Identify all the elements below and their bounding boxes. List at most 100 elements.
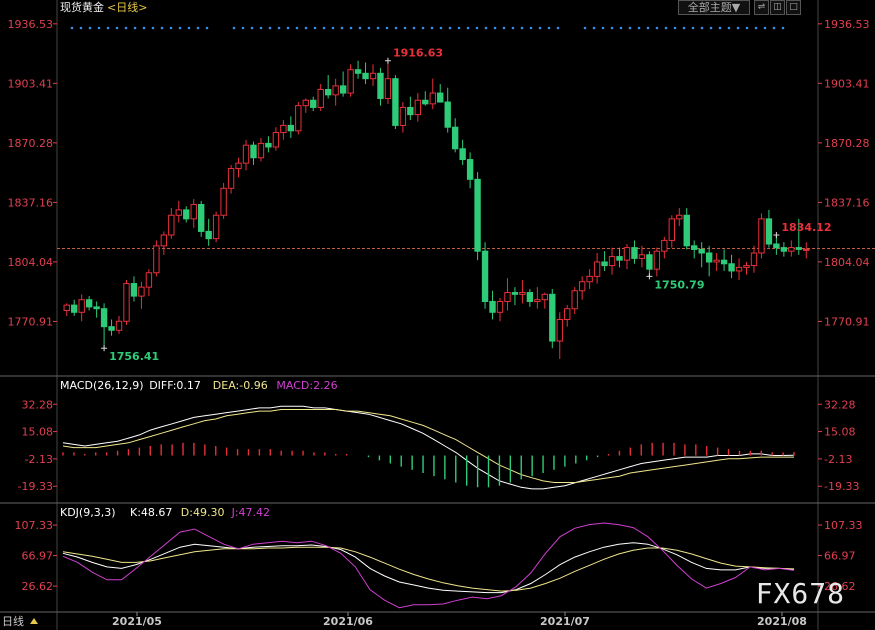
signal-dot <box>547 26 551 30</box>
signal-dot <box>169 26 173 30</box>
window-icon[interactable]: □ <box>786 0 801 15</box>
signal-dot <box>529 26 533 30</box>
candle-body <box>623 247 631 261</box>
signal-dot <box>583 26 587 30</box>
signal-dot <box>232 26 236 30</box>
candle-body <box>451 126 459 150</box>
candle-body <box>534 299 541 303</box>
candle-body <box>698 248 705 254</box>
j-line <box>62 522 795 609</box>
candle-body <box>160 234 168 247</box>
candle-body <box>295 105 302 132</box>
candle-body <box>705 252 713 263</box>
signal-dot <box>376 26 380 30</box>
candle-body <box>242 144 250 164</box>
candle-body <box>198 203 205 232</box>
indicator-legend: J:47.42 <box>231 506 270 519</box>
candle-body <box>474 178 481 252</box>
candle-body <box>795 247 802 250</box>
candle-body <box>803 248 810 251</box>
signal-dot <box>448 26 452 30</box>
y-tick-label-left: -2.13 <box>25 453 53 466</box>
signal-dot <box>727 26 731 30</box>
signal-dot <box>331 26 335 30</box>
signal-dot <box>601 26 605 30</box>
signal-dot <box>646 26 650 30</box>
indicator-legend: DEA:-0.96 <box>213 379 268 392</box>
indicator-legend: MACD:2.26 <box>276 379 337 392</box>
candle-body <box>71 304 78 313</box>
candle-body <box>526 292 534 303</box>
candle-body <box>339 85 347 94</box>
candle-body <box>138 286 145 297</box>
signal-dot <box>322 26 326 30</box>
candle-body <box>310 99 317 108</box>
candle-body <box>302 99 309 107</box>
candle-body <box>564 308 571 320</box>
layout-icon[interactable]: ◫ <box>770 0 785 15</box>
low-price-label: 1756.41 <box>109 350 159 363</box>
signal-dot <box>268 26 272 30</box>
signal-dot <box>718 26 722 30</box>
signal-dot <box>286 26 290 30</box>
candle-body <box>212 214 220 240</box>
candle-body <box>437 92 444 103</box>
y-tick-label-right: 1870.28 <box>824 137 870 150</box>
candle-body <box>93 306 100 310</box>
signal-dot <box>97 26 101 30</box>
candle-body <box>347 69 354 94</box>
candle-body <box>713 259 720 263</box>
candle-body <box>653 250 661 270</box>
signal-dot <box>304 26 308 30</box>
period-label: <日线> <box>107 0 147 14</box>
signal-dot <box>259 26 263 30</box>
candle-body <box>287 124 295 132</box>
period-tag: 日线 <box>2 614 24 628</box>
fx678-watermark: FX678 <box>755 577 845 610</box>
candle-body <box>362 72 369 80</box>
candle-body <box>422 99 429 105</box>
candle-body <box>750 252 758 267</box>
signal-dot <box>754 26 758 30</box>
signal-dot <box>295 26 299 30</box>
candle-body <box>392 78 399 126</box>
signal-dot <box>412 26 416 30</box>
candle-body <box>407 106 414 116</box>
candle-body <box>661 239 668 252</box>
candle-body <box>765 218 773 245</box>
candle-body <box>235 162 242 170</box>
candle-body <box>414 99 422 116</box>
signal-dot <box>196 26 200 30</box>
y-tick-label-right: 1903.41 <box>824 77 870 90</box>
signal-dot <box>763 26 767 30</box>
signal-dot <box>358 26 362 30</box>
y-tick-label-left: 1804.04 <box>8 256 54 269</box>
candle-body <box>601 261 608 267</box>
indicator-legend: MACD(26,12,9) <box>60 379 144 392</box>
candle-body <box>429 92 436 105</box>
indicator-legend: KDJ(9,3,3) <box>60 506 116 519</box>
candle-body <box>115 320 123 331</box>
candle-body <box>85 299 93 308</box>
theme-dropdown[interactable]: 全部主题▼ <box>678 0 750 15</box>
y-tick-label-left: 107.33 <box>15 519 54 532</box>
triangle-icon <box>30 618 38 624</box>
signal-dot <box>511 26 515 30</box>
signal-dot <box>106 26 110 30</box>
signal-dot <box>421 26 425 30</box>
signal-dot <box>466 26 470 30</box>
signal-dot <box>385 26 389 30</box>
candle-body <box>280 124 287 134</box>
candle-body <box>369 72 377 80</box>
indicator-legend: D:49.30 <box>181 506 225 519</box>
signal-dot <box>538 26 542 30</box>
candle-body <box>758 218 765 254</box>
candle-body <box>317 88 324 108</box>
candle-body <box>459 148 466 161</box>
signal-dot <box>502 26 506 30</box>
y-tick-label-right: 107.33 <box>824 519 863 532</box>
signal-dot <box>79 26 83 30</box>
signal-dot <box>250 26 254 30</box>
y-tick-label-left: 1936.53 <box>8 18 54 31</box>
swap-icon[interactable]: ⇌ <box>754 0 769 15</box>
